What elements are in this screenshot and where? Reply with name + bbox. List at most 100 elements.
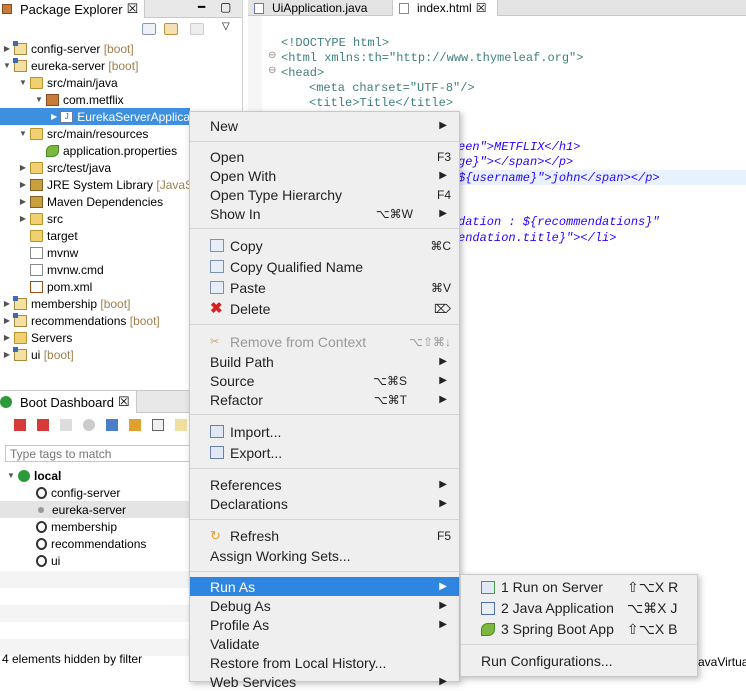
fold-icon[interactable]: ⊖ bbox=[268, 50, 276, 61]
tree-item-recommendations[interactable]: ▶ recommendations [boot] bbox=[2, 312, 160, 329]
expanded-arrow-icon[interactable]: ▼ bbox=[18, 129, 28, 138]
submenu-item-run-configurations[interactable]: Run Configurations... bbox=[461, 651, 697, 671]
menu-item-profile-as[interactable]: Profile As ▶ bbox=[190, 615, 459, 634]
code-line-2: <html xmlns:th="http://www.thymeleaf.org… bbox=[281, 51, 584, 65]
collapsed-arrow-icon[interactable]: ▶ bbox=[2, 44, 12, 53]
tree-item-servers[interactable]: ▶ Servers bbox=[2, 329, 72, 346]
maximize-icon[interactable]: ▢ bbox=[220, 0, 231, 14]
view-menu-icon[interactable]: ▽ bbox=[222, 21, 230, 32]
menu-item-references[interactable]: References ▶ bbox=[190, 475, 459, 494]
menu-item-validate[interactable]: Validate bbox=[190, 634, 459, 653]
grid-icon[interactable] bbox=[152, 419, 164, 431]
menu-item-delete[interactable]: ✖ Delete ⌦ bbox=[190, 299, 459, 318]
expanded-arrow-icon[interactable]: ▼ bbox=[6, 471, 16, 480]
collapsed-arrow-icon[interactable]: ▶ bbox=[18, 214, 28, 223]
close-icon[interactable]: ☒ bbox=[476, 1, 487, 15]
menu-item-show-in[interactable]: Show In ⌥⌘W ▶ bbox=[190, 204, 459, 223]
submenu-arrow-icon: ▶ bbox=[439, 356, 447, 367]
tree-item-config-server[interactable]: ▶ config-server [boot] bbox=[2, 40, 134, 57]
menu-item-refresh[interactable]: ↻ Refresh F5 bbox=[190, 526, 459, 545]
tree-item-target[interactable]: target bbox=[30, 227, 78, 244]
menu-item-assign-working-sets[interactable]: Assign Working Sets... bbox=[190, 546, 459, 565]
collapsed-arrow-icon[interactable]: ▶ bbox=[18, 197, 28, 206]
menu-item-open-with[interactable]: Open With ▶ bbox=[190, 166, 459, 185]
tree-item-src[interactable]: ▶ src bbox=[18, 210, 63, 227]
properties-icon[interactable] bbox=[129, 419, 141, 431]
console-icon[interactable] bbox=[106, 419, 118, 431]
library-icon bbox=[30, 195, 43, 208]
menu-item-source[interactable]: Source ⌥⌘S ▶ bbox=[190, 371, 459, 390]
close-icon[interactable]: ☒ bbox=[118, 394, 130, 410]
submenu-item-run-on-server[interactable]: 1 Run on Server ⇧⌥X R bbox=[461, 577, 697, 597]
boot-app-membership[interactable]: membership bbox=[36, 518, 117, 535]
tree-item-com-metflix[interactable]: ▼ com.metflix bbox=[34, 91, 124, 108]
menu-item-run-as[interactable]: Run As ▶ bbox=[190, 577, 459, 596]
menu-item-debug-as[interactable]: Debug As ▶ bbox=[190, 596, 459, 615]
tree-label: src/main/java bbox=[47, 75, 118, 90]
boot-app-ui[interactable]: ui bbox=[36, 552, 60, 569]
close-icon[interactable]: ☒ bbox=[127, 1, 139, 17]
menu-item-copy[interactable]: Copy ⌘C bbox=[190, 236, 459, 255]
menu-item-open[interactable]: Open F3 bbox=[190, 147, 459, 166]
menu-label: Export... bbox=[230, 444, 283, 461]
collapsed-arrow-icon[interactable]: ▶ bbox=[18, 180, 28, 189]
menu-item-export[interactable]: Export... bbox=[190, 443, 459, 462]
restart-icon[interactable] bbox=[14, 419, 26, 431]
boot-app-config-server[interactable]: config-server bbox=[36, 484, 120, 501]
expanded-arrow-icon[interactable]: ▼ bbox=[2, 61, 12, 70]
tab-ui-application-java[interactable]: UiApplication.java bbox=[248, 0, 390, 16]
collapsed-arrow-icon[interactable]: ▶ bbox=[2, 299, 12, 308]
collapsed-arrow-icon[interactable]: ▶ bbox=[2, 333, 12, 342]
expanded-arrow-icon[interactable]: ▼ bbox=[18, 78, 28, 87]
tree-item-eureka-server[interactable]: ▼ eureka-server [boot] bbox=[2, 57, 138, 74]
link-with-editor-icon[interactable] bbox=[164, 23, 178, 35]
menu-item-import[interactable]: Import... bbox=[190, 422, 459, 441]
focus-icon[interactable] bbox=[190, 23, 204, 35]
menu-item-open-type-hierarchy[interactable]: Open Type Hierarchy F4 bbox=[190, 185, 459, 204]
tree-item-ui[interactable]: ▶ ui [boot] bbox=[2, 346, 74, 363]
menu-item-copy-qualified-name[interactable]: Copy Qualified Name bbox=[190, 257, 459, 276]
open-browser-icon[interactable] bbox=[83, 419, 95, 431]
boot-dashboard-tab[interactable]: Boot Dashboard ☒ bbox=[0, 391, 137, 413]
tree-item-maven-dependencies[interactable]: ▶ Maven Dependencies bbox=[18, 193, 163, 210]
tree-item-eureka-server-application[interactable]: ▶ J EurekaServerApplica bbox=[0, 108, 190, 125]
tree-item-jre-library[interactable]: ▶ JRE System Library [JavaS bbox=[18, 176, 193, 193]
package-explorer-tab[interactable]: Package Explorer ☒ bbox=[0, 0, 146, 18]
fold-icon[interactable]: ⊖ bbox=[268, 65, 276, 76]
expose-icon[interactable] bbox=[175, 419, 187, 431]
expanded-arrow-icon[interactable]: ▼ bbox=[34, 95, 44, 104]
minimize-icon[interactable]: ━ bbox=[198, 0, 205, 14]
stop-icon[interactable] bbox=[60, 419, 72, 431]
local-group[interactable]: ▼ local bbox=[6, 467, 61, 484]
menu-label: Validate bbox=[210, 635, 260, 652]
menu-item-paste[interactable]: Paste ⌘V bbox=[190, 278, 459, 297]
collapsed-arrow-icon[interactable]: ▶ bbox=[2, 316, 12, 325]
menu-item-build-path[interactable]: Build Path ▶ bbox=[190, 352, 459, 371]
tree-item-src-test-java[interactable]: ▶ src/test/java bbox=[18, 159, 111, 176]
tree-item-membership[interactable]: ▶ membership [boot] bbox=[2, 295, 130, 312]
submenu-item-java-application[interactable]: 2 Java Application ⌥⌘X J bbox=[461, 598, 697, 618]
menu-item-declarations[interactable]: Declarations ▶ bbox=[190, 494, 459, 513]
tree-item-application-properties[interactable]: application.properties bbox=[46, 142, 177, 159]
boot-app-eureka-server[interactable]: eureka-server bbox=[0, 501, 190, 518]
collapsed-arrow-icon[interactable]: ▶ bbox=[2, 350, 12, 359]
tree-item-pom-xml[interactable]: pom.xml bbox=[30, 278, 92, 295]
tree-label: EurekaServerApplica bbox=[77, 109, 190, 124]
editor-tab-bar: UiApplication.java index.html ☒ bbox=[248, 0, 746, 16]
submenu-item-spring-boot-app[interactable]: 3 Spring Boot App ⇧⌥X B bbox=[461, 619, 697, 639]
collapse-all-icon[interactable] bbox=[142, 23, 156, 35]
menu-item-refactor[interactable]: Refactor ⌥⌘T ▶ bbox=[190, 390, 459, 409]
tree-item-mvnw[interactable]: mvnw bbox=[30, 244, 78, 261]
tree-item-src-main-java[interactable]: ▼ src/main/java bbox=[18, 74, 118, 91]
tree-item-src-main-resources[interactable]: ▼ src/main/resources bbox=[18, 125, 148, 142]
menu-item-new[interactable]: New ▶ bbox=[190, 116, 459, 135]
boot-app-recommendations[interactable]: recommendations bbox=[36, 535, 146, 552]
menu-item-restore-local-history[interactable]: Restore from Local History... bbox=[190, 653, 459, 672]
tree-item-mvnw-cmd[interactable]: mvnw.cmd bbox=[30, 261, 104, 278]
export-icon bbox=[210, 446, 224, 459]
collapsed-arrow-icon[interactable]: ▶ bbox=[50, 112, 58, 121]
tab-index-html[interactable]: index.html ☒ bbox=[392, 0, 498, 16]
collapsed-arrow-icon[interactable]: ▶ bbox=[18, 163, 28, 172]
tag-filter-input[interactable] bbox=[5, 445, 195, 462]
restart-debug-icon[interactable] bbox=[37, 419, 49, 431]
